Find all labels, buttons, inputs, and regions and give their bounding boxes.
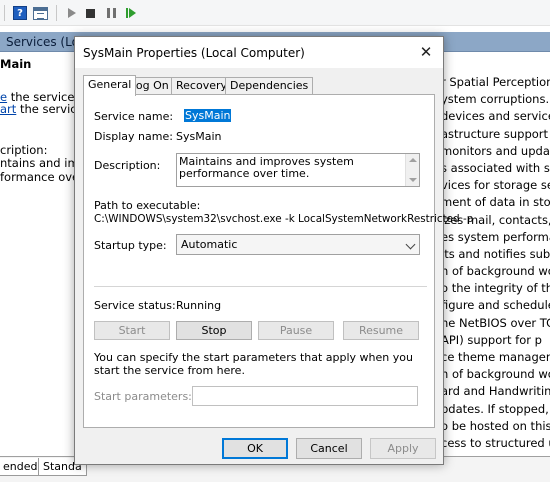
description-text: Maintains and improves system performanc… [179,155,354,180]
service-name-value[interactable]: SysMain [184,109,232,122]
restart-service-link[interactable]: art [0,102,16,116]
path-value: C:\WINDOWS\system32\svchost.exe -k Local… [94,213,474,225]
tab-recovery[interactable]: Recovery [171,77,233,95]
service-row-description[interactable]: cess to structured user [441,435,550,452]
section-divider [94,286,427,287]
scroll-up-icon[interactable] [409,158,417,162]
service-row-description[interactable]: n of background work [441,366,550,383]
startup-type-label: Startup type: [94,239,167,252]
service-row-description[interactable]: ard and Handwriting P [441,383,550,400]
restart-service-button[interactable] [123,5,139,21]
toolbar-separator [4,5,5,21]
service-row-description[interactable]: devices and services th [441,108,550,125]
cancel-button[interactable]: Cancel [296,438,362,459]
display-name-label: Display name: [94,130,173,143]
restart-icon [126,8,136,18]
service-row-description[interactable]: he NetBIOS over TCP/I [441,315,550,332]
tab-general[interactable]: General [83,75,137,96]
pause-service-button[interactable] [103,5,119,21]
restart-service-action: art the service [0,102,84,116]
start-parameters-hint: You can specify the start parameters tha… [94,351,413,377]
service-row-description[interactable]: n of background work [441,263,550,280]
general-tab-panel: Service name: SysMain Display name: SysM… [83,94,473,428]
service-row-description[interactable]: o be hosted on this co [441,418,550,435]
toolbar-separator [56,5,57,21]
service-status-value: Running [176,299,222,312]
service-row-description[interactable]: its and notifies subscril [441,246,550,263]
description-scrollbar[interactable] [405,154,419,186]
pause-button[interactable]: Pause [258,321,334,340]
service-row-description[interactable]: monitors and updates S [441,143,550,160]
scroll-down-icon[interactable] [409,178,417,182]
stop-icon [85,8,95,18]
startup-type-select[interactable]: Automatic [176,234,420,255]
tab-extended[interactable]: ended [0,458,43,476]
play-icon [68,8,76,18]
tab-dependencies[interactable]: Dependencies [225,77,314,95]
service-row-description[interactable]: ce theme managemen [441,349,550,366]
resume-button[interactable]: Resume [343,321,419,340]
service-row-description[interactable]: ystem corruptions. [441,91,550,108]
pause-icon [106,8,116,18]
selected-service-name: Main [0,57,32,71]
panel-icon [32,6,48,20]
help-icon: ? [13,6,27,20]
service-row-description[interactable]: astructure support for [441,126,550,143]
service-row-description[interactable]: API) support for p [441,332,550,349]
dialog-title: SysMain Properties (Local Computer) [83,46,305,60]
service-row-description[interactable]: o the integrity of the W [441,280,550,297]
start-service-button[interactable] [64,5,80,21]
stop-button[interactable]: Stop [176,321,252,340]
description-label: Description: [94,159,161,172]
start-parameters-input[interactable] [192,386,418,406]
show-hide-panel-button[interactable] [32,5,48,21]
service-row-description[interactable]: pdates. If stopped, you [441,401,550,418]
close-icon: ✕ [419,43,433,61]
start-button[interactable]: Start [94,321,170,340]
mmc-toolbar: ? [0,0,550,26]
service-row-description[interactable]: vices for storage setting [441,177,550,194]
service-name-label: Service name: [94,110,174,123]
start-parameters-label: Start parameters: [94,390,192,403]
apply-button[interactable]: Apply [370,438,436,459]
service-row-description[interactable]: es system performanc [441,229,550,246]
description-heading: cription: [0,143,48,157]
services-description-column: r Spatial Perception sc ystem corruption… [441,74,550,452]
ok-button[interactable]: OK [222,438,288,459]
display-name-value: SysMain [176,130,222,143]
help-button[interactable]: ? [12,5,28,21]
close-button[interactable]: ✕ [413,41,439,63]
description-field[interactable]: Maintains and improves system performanc… [176,153,420,187]
path-label: Path to executable: [94,199,201,212]
dialog-title-bar[interactable]: SysMain Properties (Local Computer) ✕ [75,37,443,68]
service-status-label: Service status: [94,299,176,312]
service-row-description[interactable]: s associated with still in [441,160,550,177]
service-row-description[interactable]: figure and schedule aut [441,297,550,314]
startup-type-value: Automatic [181,238,238,251]
service-row-description[interactable]: r Spatial Perception sc [441,74,550,91]
service-row-description[interactable]: ment of data in storage t [441,194,550,211]
service-properties-dialog: SysMain Properties (Local Computer) ✕ Ge… [74,36,473,465]
stop-service-button[interactable] [82,5,98,21]
chevron-down-icon [405,239,416,250]
